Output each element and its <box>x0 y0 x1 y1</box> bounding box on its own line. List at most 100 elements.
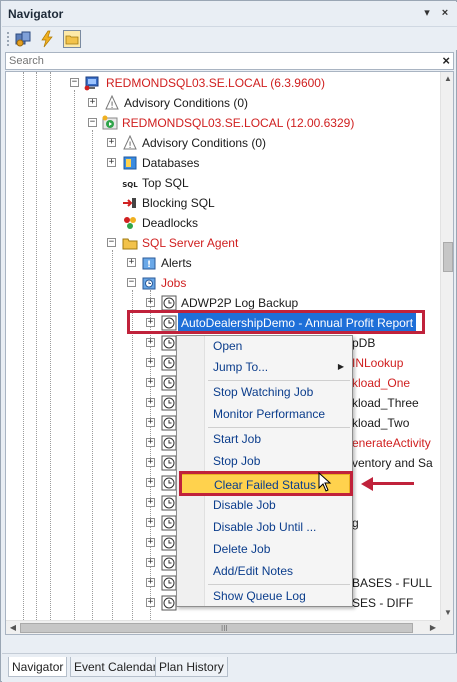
jobs-icon <box>142 277 156 290</box>
menu-item-open[interactable]: Open <box>206 336 352 356</box>
panel-titlebar: Navigator ▾ × <box>2 2 457 26</box>
callout-arrow-icon <box>361 477 373 491</box>
clock-icon <box>161 535 177 551</box>
expand-node-icon[interactable]: + <box>146 338 155 347</box>
expand-node-icon[interactable]: + <box>146 378 155 387</box>
tree-node-label[interactable]: REDMONDSQL03.SE.LOCAL (12.00.6329) <box>122 113 354 133</box>
collapse-node-icon[interactable]: − <box>127 278 136 287</box>
clock-icon <box>161 595 177 611</box>
scroll-down-icon[interactable]: ▼ <box>441 606 453 620</box>
tree-node-label[interactable]: SES - DIFF <box>352 593 413 613</box>
expand-node-icon[interactable]: + <box>146 298 155 307</box>
tab-plan-history[interactable]: Plan History <box>155 657 228 677</box>
horizontal-scroll-thumb[interactable]: III <box>20 623 413 633</box>
menu-item-stop-job[interactable]: Stop Job <box>206 451 352 471</box>
expand-node-icon[interactable]: + <box>88 98 97 107</box>
tree-node-label[interactable]: SQL Server Agent <box>142 233 238 253</box>
scroll-right-icon[interactable]: ▶ <box>426 621 440 634</box>
tree-node-label[interactable]: Alerts <box>161 253 192 273</box>
bottom-tab-strip: Navigator Event Calendar Plan History <box>2 653 457 682</box>
expand-node-icon[interactable]: + <box>146 438 155 447</box>
tree-node-label[interactable]: pDB <box>352 333 375 353</box>
expand-node-icon[interactable]: + <box>107 158 116 167</box>
menu-item-delete-job[interactable]: Delete Job <box>206 539 352 559</box>
collapse-node-icon[interactable]: − <box>70 78 79 87</box>
horizontal-scrollbar[interactable]: ◀ III ▶ <box>6 620 440 634</box>
tab-navigator[interactable]: Navigator <box>8 657 68 677</box>
close-icon[interactable]: × <box>438 6 452 20</box>
scroll-left-icon[interactable]: ◀ <box>6 621 20 634</box>
expand-node-icon[interactable]: + <box>146 358 155 367</box>
tree-node-label[interactable]: g <box>352 513 359 533</box>
tree-node-label[interactable]: kload_One <box>352 373 410 393</box>
selected-job-callout <box>127 310 425 334</box>
collapse-node-icon[interactable]: − <box>88 118 97 127</box>
tree-node-label[interactable]: REDMONDSQL03.SE.LOCAL (6.3.9600) <box>106 73 325 93</box>
tree-node-label[interactable]: kload_Three <box>352 393 419 413</box>
folder-toggle-icon[interactable] <box>63 30 81 48</box>
tree-node-label[interactable]: Deadlocks <box>142 213 198 233</box>
tree-node-label[interactable]: BASES - FULL <box>352 573 432 593</box>
menu-item-add-edit-notes[interactable]: Add/Edit Notes <box>206 561 352 581</box>
svg-text:!: ! <box>128 141 132 151</box>
menu-item-stop-watching-job[interactable]: Stop Watching Job <box>206 382 352 402</box>
scroll-up-icon[interactable]: ▲ <box>441 72 453 86</box>
menu-separator <box>208 380 350 381</box>
tree-node-label[interactable]: enerateActivity <box>352 433 431 453</box>
panel-title: Navigator <box>8 7 64 21</box>
database-icon <box>123 156 137 170</box>
expand-node-icon[interactable]: + <box>146 478 155 487</box>
menu-item-start-job[interactable]: Start Job <box>206 429 352 449</box>
menu-item-disable-job[interactable]: Disable Job <box>206 495 352 515</box>
expand-node-icon[interactable]: + <box>146 398 155 407</box>
svg-text:!: ! <box>110 101 114 111</box>
tree-node-label[interactable]: Jobs <box>161 273 186 293</box>
expand-node-icon[interactable]: + <box>146 518 155 527</box>
servers-icon[interactable] <box>14 30 32 48</box>
menu-item-disable-job-until[interactable]: Disable Job Until ... <box>206 517 352 537</box>
search-input[interactable] <box>6 53 426 69</box>
clock-icon <box>161 375 177 391</box>
clock-icon <box>161 455 177 471</box>
menu-item-show-queue-log[interactable]: Show Queue Log <box>206 586 352 606</box>
expand-node-icon[interactable]: + <box>146 538 155 547</box>
tree-node-label[interactable]: Databases <box>142 153 199 173</box>
deadlock-icon <box>124 217 136 229</box>
clock-icon <box>161 475 177 491</box>
expand-node-icon[interactable]: + <box>146 578 155 587</box>
tree-node-label[interactable]: Advisory Conditions (0) <box>142 133 266 153</box>
tab-event-calendar[interactable]: Event Calendar <box>70 657 161 677</box>
clock-icon <box>161 435 177 451</box>
tree-node-label[interactable]: ventory and Sa <box>352 453 433 473</box>
tree-guide-line <box>36 72 37 634</box>
menu-item-monitor-performance[interactable]: Monitor Performance <box>206 404 352 424</box>
expand-node-icon[interactable]: + <box>146 598 155 607</box>
expand-node-icon[interactable]: + <box>146 418 155 427</box>
expand-node-icon[interactable]: + <box>107 138 116 147</box>
expand-node-icon[interactable]: + <box>127 258 136 267</box>
menu-item-jump-to[interactable]: Jump To... ▶ <box>206 357 352 377</box>
collapse-node-icon[interactable]: − <box>107 238 116 247</box>
tree-node-label[interactable]: kload_Two <box>352 413 409 433</box>
vertical-scroll-thumb[interactable] <box>443 242 453 272</box>
expand-node-icon[interactable]: + <box>146 558 155 567</box>
tree-node-label[interactable]: Top SQL <box>142 173 189 193</box>
tree-node-label[interactable]: Blocking SQL <box>142 193 215 213</box>
tree-guide-line <box>74 90 75 620</box>
tree-node-label[interactable]: Advisory Conditions (0) <box>124 93 248 113</box>
clear-search-icon[interactable]: × <box>442 53 450 69</box>
pin-icon[interactable]: ▾ <box>420 6 434 20</box>
advisory-icon: ! <box>123 135 137 151</box>
expand-node-icon[interactable]: + <box>146 498 155 507</box>
callout-arrow-shaft <box>372 482 414 485</box>
menu-item-label: Jump To... <box>213 360 269 374</box>
expand-node-icon[interactable]: + <box>146 458 155 467</box>
tree-node-label[interactable]: INLookup <box>352 353 403 373</box>
vertical-scrollbar[interactable]: ▲ ▼ <box>440 72 453 620</box>
tree-guide-line <box>92 130 93 620</box>
clock-icon <box>161 415 177 431</box>
lightning-icon[interactable] <box>38 30 56 48</box>
search-box: × <box>5 52 454 70</box>
advisory-icon: ! <box>105 95 119 111</box>
navigator-toolbar <box>2 26 457 50</box>
